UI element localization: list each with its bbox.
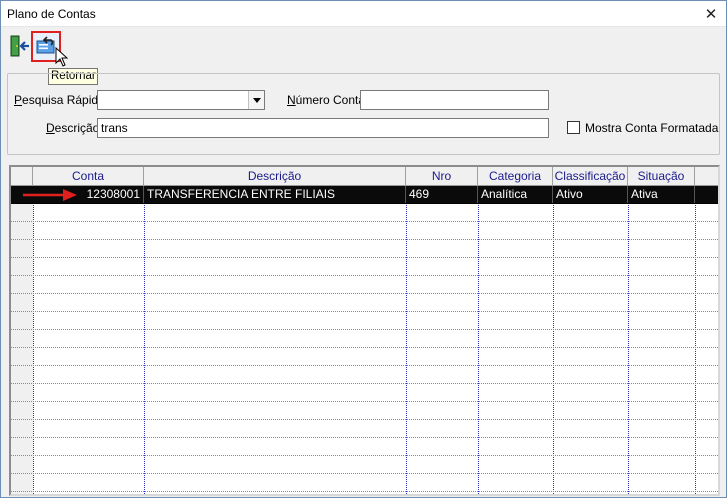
empty-table-row[interactable] <box>11 330 718 348</box>
cell-nro-reduzido: 469 <box>406 186 478 203</box>
empty-table-row[interactable] <box>11 384 718 402</box>
empty-table-row[interactable] <box>11 204 718 222</box>
header-situacao[interactable]: Situação <box>628 167 695 186</box>
table-row[interactable]: 12308001 TRANSFERENCIA ENTRE FILIAIS 469… <box>11 186 718 204</box>
exit-door-icon <box>9 34 31 61</box>
header-nro-reduzido[interactable]: Nro Reduzido <box>406 167 478 202</box>
plano-de-contas-window: Plano de Contas ✕ Retornar Pesquisa Rápi… <box>0 0 727 498</box>
empty-table-row[interactable] <box>11 258 718 276</box>
header-indicator <box>11 167 33 186</box>
account-number-input[interactable] <box>360 90 549 110</box>
formatted-account-checkbox[interactable] <box>567 121 580 134</box>
empty-table-row[interactable] <box>11 312 718 330</box>
cell-categoria: Analítica <box>478 186 553 203</box>
account-number-label: Número Conta <box>287 93 366 107</box>
title-bar: Plano de Contas ✕ <box>1 1 726 27</box>
close-button[interactable]: ✕ <box>696 1 726 27</box>
filter-group <box>7 73 720 155</box>
empty-table-row[interactable] <box>11 492 718 494</box>
header-conta[interactable]: Conta <box>33 167 144 186</box>
empty-table-row[interactable] <box>11 438 718 456</box>
grid-header: Conta Descrição Nro Reduzido Categoria C… <box>11 167 718 202</box>
header-categoria[interactable]: Categoria <box>478 167 553 186</box>
empty-table-row[interactable] <box>11 474 718 492</box>
cell-classificacao: Ativo <box>553 186 628 203</box>
header-classificacao[interactable]: Classificação <box>553 167 628 186</box>
chevron-down-icon[interactable] <box>248 91 264 109</box>
empty-table-row[interactable] <box>11 348 718 366</box>
cell-situacao: Ativa <box>628 186 695 203</box>
empty-table-row[interactable] <box>11 294 718 312</box>
red-arrow-icon <box>23 187 79 206</box>
empty-table-row[interactable] <box>11 420 718 438</box>
cell-descricao: TRANSFERENCIA ENTRE FILIAIS <box>144 186 406 203</box>
accounts-grid[interactable]: Conta Descrição Nro Reduzido Categoria C… <box>9 165 720 496</box>
quick-search-combo[interactable] <box>97 90 265 110</box>
empty-table-row[interactable] <box>11 222 718 240</box>
header-descricao[interactable]: Descrição <box>144 167 406 186</box>
return-card-icon <box>35 34 57 59</box>
formatted-account-label: Mostra Conta Formatada <box>585 121 719 135</box>
exit-button[interactable] <box>6 33 34 61</box>
empty-table-row[interactable] <box>11 456 718 474</box>
mouse-cursor-icon <box>55 46 69 70</box>
empty-table-row[interactable] <box>11 366 718 384</box>
empty-table-row[interactable] <box>11 276 718 294</box>
empty-table-row[interactable] <box>11 402 718 420</box>
window-title: Plano de Contas <box>7 7 96 21</box>
quick-search-label: Pesquisa Rápida <box>14 93 105 107</box>
empty-table-row[interactable] <box>11 240 718 258</box>
description-label: Descrição <box>46 121 100 135</box>
description-input[interactable]: trans <box>97 118 549 138</box>
